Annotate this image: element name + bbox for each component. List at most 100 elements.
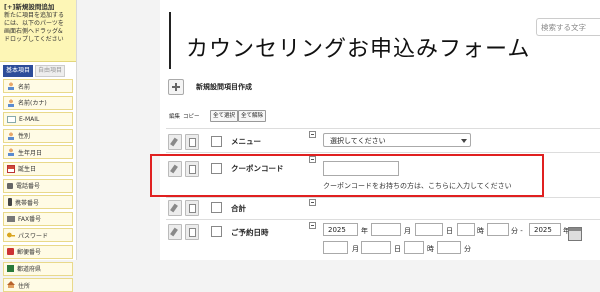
search-input[interactable]: 検索する文字 bbox=[536, 18, 600, 36]
sidebar-desc-2: には、以下のパーツを bbox=[4, 20, 64, 27]
year-unit: 年 bbox=[361, 227, 368, 235]
month-input[interactable] bbox=[371, 223, 401, 236]
copy-icon bbox=[189, 204, 196, 213]
part-name-kana[interactable]: 名前(カナ) bbox=[3, 95, 73, 110]
part-email[interactable]: E-MAIL bbox=[3, 112, 73, 127]
col-copy-label: コピー bbox=[183, 114, 200, 120]
mobile-icon bbox=[8, 198, 12, 207]
part-label: 生年月日 bbox=[18, 149, 43, 157]
part-label: パスワード bbox=[18, 232, 49, 240]
pencil-icon bbox=[170, 227, 178, 237]
menu-select-value: 選択してください bbox=[330, 137, 386, 145]
minute-input[interactable] bbox=[487, 223, 509, 236]
field-label-total: 合計 bbox=[231, 204, 246, 213]
field-label-datetime: ご予約日時 bbox=[231, 228, 269, 237]
edit-button[interactable] bbox=[168, 134, 182, 150]
deselect-all-button[interactable]: 全て解除 bbox=[238, 110, 267, 122]
chevron-down-icon bbox=[461, 139, 467, 143]
title-bar bbox=[169, 12, 171, 69]
end-hour-unit: 時 bbox=[427, 245, 434, 253]
part-prefecture[interactable]: 都道府県 bbox=[3, 261, 73, 276]
sidebar-header: [+]新規設問追加 新たに項目を追加する には、以下のパーツを 画面右側へドラッ… bbox=[0, 0, 76, 62]
expand-icon[interactable] bbox=[309, 199, 316, 206]
part-label: 郵便番号 bbox=[17, 249, 42, 257]
prefecture-icon bbox=[7, 265, 14, 273]
part-mobile[interactable]: 携帯番号 bbox=[3, 195, 73, 210]
part-birthdate[interactable]: 生年月日 bbox=[3, 145, 73, 160]
end-month-unit: 月 bbox=[352, 245, 359, 253]
person-icon bbox=[7, 82, 15, 90]
hour-unit: 時 bbox=[477, 227, 484, 235]
copy-button[interactable] bbox=[185, 134, 199, 150]
menu-select[interactable]: 選択してください bbox=[323, 133, 471, 147]
end-year-input[interactable]: 2025 bbox=[529, 223, 561, 236]
add-question-button[interactable] bbox=[168, 79, 184, 95]
phone-icon bbox=[7, 182, 13, 189]
part-label: 誕生日 bbox=[18, 166, 37, 174]
key-icon bbox=[7, 231, 15, 240]
part-label: 性別 bbox=[18, 133, 31, 141]
part-phone[interactable]: 電話番号 bbox=[3, 178, 73, 193]
tab-free-items[interactable]: 自由項目 bbox=[35, 65, 66, 77]
part-birthday[interactable]: 誕生日 bbox=[3, 161, 73, 176]
tab-basic-items[interactable]: 基本項目 bbox=[3, 65, 34, 77]
edit-button[interactable] bbox=[168, 224, 182, 240]
hour-input[interactable] bbox=[457, 223, 475, 236]
house-icon bbox=[7, 281, 15, 289]
copy-button[interactable] bbox=[185, 200, 199, 216]
year-input[interactable]: 2025 bbox=[323, 223, 358, 236]
part-label: E-MAIL bbox=[19, 115, 40, 123]
part-gender[interactable]: 性別 bbox=[3, 128, 73, 143]
part-label: 名前 bbox=[18, 83, 31, 91]
sidebar-desc-3: 画面右側へドラッグ& bbox=[4, 28, 63, 35]
end-hour-input[interactable] bbox=[404, 241, 424, 254]
day-input[interactable] bbox=[415, 223, 443, 236]
part-fax[interactable]: FAX番号 bbox=[3, 211, 73, 226]
calendar-icon bbox=[7, 164, 15, 173]
end-minute-unit: 分 bbox=[464, 245, 471, 253]
part-label: 名前(カナ) bbox=[18, 100, 47, 108]
copy-button[interactable] bbox=[185, 224, 199, 240]
select-all-button[interactable]: 全て選択 bbox=[210, 110, 239, 122]
end-day-input[interactable] bbox=[361, 241, 391, 254]
part-name[interactable]: 名前 bbox=[3, 79, 73, 93]
pencil-icon bbox=[170, 203, 178, 213]
end-month-input[interactable] bbox=[323, 241, 348, 254]
part-label: 携帯番号 bbox=[15, 199, 40, 207]
part-label: 都道府県 bbox=[17, 266, 42, 274]
sidebar-desc-1: 新たに項目を追加する bbox=[4, 12, 65, 19]
expand-icon[interactable] bbox=[309, 131, 316, 138]
part-label: 電話番号 bbox=[16, 183, 41, 191]
parts-sidebar: [+]新規設問追加 新たに項目を追加する には、以下のパーツを 画面右側へドラッ… bbox=[0, 0, 77, 292]
row-checkbox[interactable] bbox=[211, 226, 222, 237]
expand-icon[interactable] bbox=[309, 222, 316, 229]
pencil-icon bbox=[170, 137, 178, 147]
day-unit: 日 bbox=[446, 227, 453, 235]
month-unit: 月 bbox=[404, 227, 411, 235]
sidebar-title: [+]新規設問追加 bbox=[4, 3, 55, 11]
section-label: 新規設問項目作成 bbox=[196, 83, 252, 91]
sidebar-tabs: 基本項目 自由項目 bbox=[0, 62, 76, 79]
row-checkbox[interactable] bbox=[211, 202, 222, 213]
field-label-menu: メニュー bbox=[231, 137, 261, 146]
part-address[interactable]: 住所 bbox=[3, 278, 73, 292]
calendar-picker-icon[interactable] bbox=[568, 227, 582, 241]
fax-icon bbox=[7, 215, 15, 222]
part-label: FAX番号 bbox=[18, 216, 42, 224]
person-icon bbox=[7, 131, 15, 140]
part-label: 住所 bbox=[18, 282, 31, 290]
row-checkbox[interactable] bbox=[211, 136, 222, 147]
person-icon bbox=[7, 98, 15, 107]
copy-icon bbox=[189, 228, 196, 237]
part-password[interactable]: パスワード bbox=[3, 228, 73, 243]
edit-button[interactable] bbox=[168, 200, 182, 216]
end-minute-input[interactable] bbox=[437, 241, 461, 254]
minute-unit: 分 - bbox=[511, 227, 523, 235]
col-edit-label: 編集 bbox=[169, 114, 181, 120]
postal-icon bbox=[7, 248, 14, 256]
sidebar-desc-4: ドロップしてください bbox=[4, 36, 64, 43]
end-day-unit: 日 bbox=[394, 245, 401, 253]
copy-icon bbox=[189, 138, 196, 147]
part-postal[interactable]: 郵便番号 bbox=[3, 244, 73, 259]
parts-list: 名前 名前(カナ) E-MAIL 性別 生年月日 誕生日 電話番号 携帯番号 F… bbox=[0, 79, 76, 292]
